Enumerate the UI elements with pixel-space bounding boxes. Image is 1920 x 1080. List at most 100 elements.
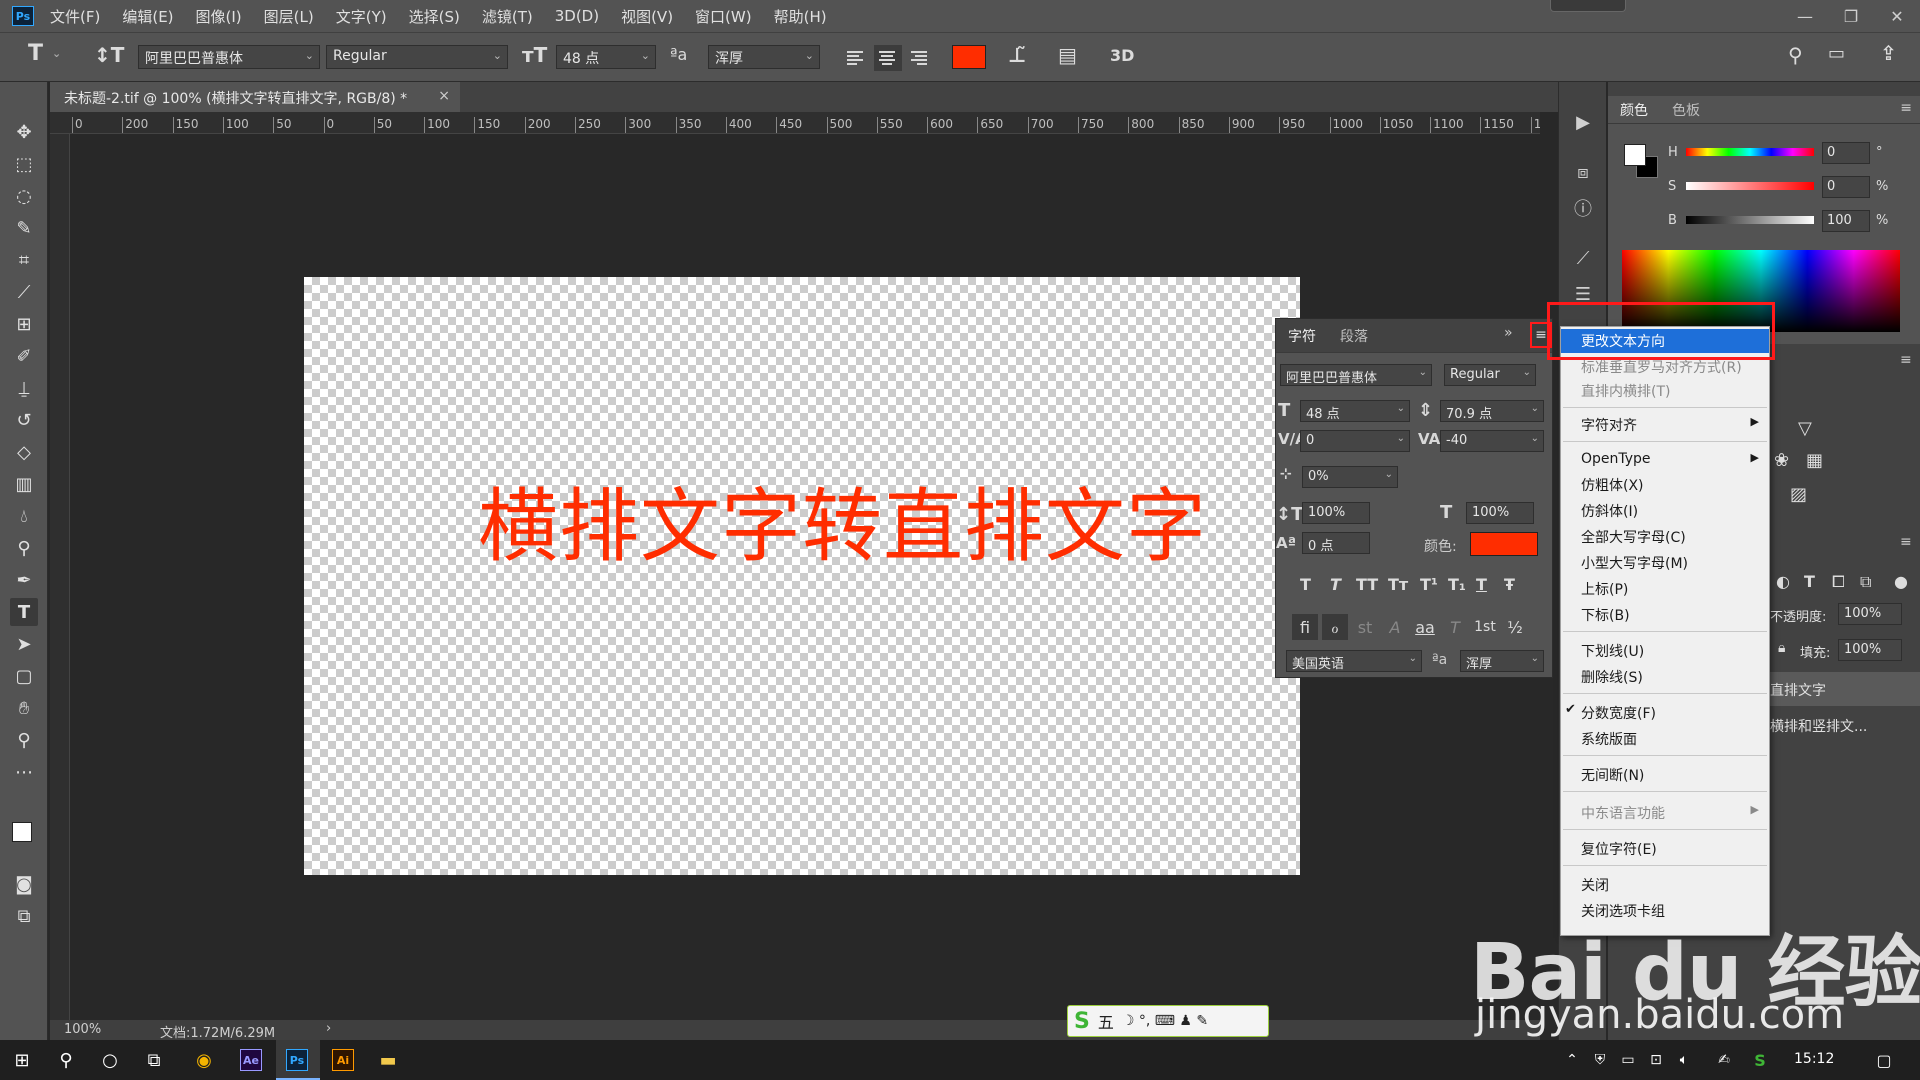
search-icon[interactable]: ⚲ [1788, 43, 1803, 67]
char-color-swatch[interactable] [1470, 532, 1538, 556]
type-tool-icon[interactable]: T [10, 598, 38, 626]
hue-slider[interactable]: H 0 ° [1668, 142, 1918, 164]
fill-input[interactable]: 100% [1838, 639, 1902, 661]
zoom-tool-icon[interactable]: ⚲ [10, 726, 38, 754]
workspace-icon[interactable]: ▭ [1828, 43, 1845, 64]
layer-row-selected[interactable]: 直排文字 [1770, 672, 1920, 706]
screen-mode-icon[interactable]: ⧉ [10, 902, 38, 930]
align-left-button[interactable] [842, 45, 870, 71]
menu-item-strikethrough[interactable]: 删除线(S) [1561, 665, 1769, 689]
file-explorer-icon[interactable]: ▬ [376, 1048, 400, 1072]
menu-item-underline[interactable]: 下划线(U) [1561, 639, 1769, 663]
dodge-tool-icon[interactable]: ⚲ [10, 534, 38, 562]
move-tool-icon[interactable]: ✥ [10, 118, 38, 146]
marquee-tool-icon[interactable]: ⬚ [10, 150, 38, 178]
lock-icon[interactable]: 🔒︎ [1778, 640, 1785, 656]
grid-icon[interactable]: ▦ [1806, 450, 1823, 471]
menu-item-all-caps[interactable]: 全部大写字母(C) [1561, 525, 1769, 549]
zoom-level[interactable]: 100% [64, 1022, 101, 1037]
char-kerning-select[interactable]: 0 ⌄ [1300, 430, 1410, 452]
char-baseline-input[interactable]: 0 点 [1302, 532, 1370, 554]
char-leading-select[interactable]: 70.9 点 ⌄ [1440, 400, 1544, 422]
document-canvas[interactable]: 横排文字转直排文字 [304, 277, 1300, 875]
menu-filter[interactable]: 滤镜(T) [482, 6, 533, 27]
tab-swatches[interactable]: 色板 [1660, 100, 1712, 120]
restore-button[interactable]: ❐ [1828, 0, 1874, 32]
menu-image[interactable]: 图像(I) [196, 6, 242, 27]
type-tool-preset-icon[interactable]: T [28, 41, 43, 66]
mixer-icon[interactable]: ❀ [1774, 450, 1789, 471]
windows-start-icon[interactable]: ⊞ [10, 1048, 34, 1072]
menu-item-tate-chu-yoko[interactable]: 直排内横排(T) [1561, 379, 1769, 403]
char-font-style-select[interactable]: Regular ⌄ [1444, 364, 1536, 386]
after-effects-icon[interactable]: Ae [240, 1049, 262, 1071]
all-caps-button[interactable]: TT [1356, 575, 1378, 594]
volume-icon[interactable]: 🔈︎ [1672, 1048, 1696, 1072]
char-language-select[interactable]: 美国英语 ⌄ [1286, 650, 1422, 672]
menu-layer[interactable]: 图层(L) [264, 6, 314, 27]
blur-tool-icon[interactable]: 💧︎ [10, 502, 38, 530]
char-hscale-input[interactable]: 100% [1466, 502, 1534, 524]
ligature-button[interactable]: fi [1292, 614, 1318, 640]
strikethrough-button[interactable]: Ŧ [1504, 575, 1515, 594]
gradient-tool-icon[interactable]: ▥ [10, 470, 38, 498]
tray-chevron-icon[interactable]: ⌃ [1560, 1048, 1584, 1072]
notification-icon[interactable]: ▢ [1872, 1048, 1896, 1072]
shield-icon[interactable]: ⛨ [1588, 1048, 1612, 1072]
more-tools-icon[interactable]: ⋯ [10, 758, 38, 786]
layer-row[interactable]: 横排和竖排文... [1770, 708, 1920, 742]
menu-item-small-caps[interactable]: 小型大写字母(M) [1561, 551, 1769, 575]
ordinals-button[interactable]: 1st [1472, 614, 1498, 640]
foreground-color-swatch[interactable] [1624, 144, 1646, 166]
antialias-select[interactable]: 浑厚 ⌄ [708, 45, 820, 69]
pen-tool-icon[interactable]: ✒ [10, 566, 38, 594]
menu-view[interactable]: 视图(V) [621, 6, 673, 27]
small-caps-button[interactable]: Tт [1388, 575, 1408, 594]
faux-italic-button[interactable]: T [1330, 575, 1341, 594]
collapse-panel-icon[interactable]: » [1504, 325, 1513, 341]
filter-shape-icon[interactable]: ⧠ [1832, 572, 1845, 592]
brightness-slider[interactable]: B 100 % [1668, 210, 1918, 232]
char-vscale-input[interactable]: 100% [1302, 502, 1370, 524]
info-icon[interactable]: ⓘ [1571, 196, 1595, 220]
menu-item-subscript[interactable]: 下标(B) [1561, 603, 1769, 627]
tab-character[interactable]: 字符 [1276, 326, 1328, 346]
menu-type[interactable]: 文字(Y) [336, 6, 387, 27]
lasso-tool-icon[interactable]: ◌ [10, 182, 38, 210]
superscript-button[interactable]: T¹ [1420, 575, 1438, 594]
illustrator-icon[interactable]: Ai [332, 1049, 354, 1071]
eyedropper-tool-icon[interactable]: ⟋ [10, 278, 38, 306]
character-panel-toggle-icon[interactable]: ▤ [1058, 43, 1077, 67]
faux-bold-button[interactable]: T [1300, 575, 1311, 594]
crop-tool-icon[interactable]: ⌗ [10, 246, 38, 274]
saturation-slider[interactable]: S 0 % [1668, 176, 1918, 198]
tab-paragraph[interactable]: 段落 [1328, 326, 1380, 346]
menu-3d[interactable]: 3D(D) [555, 7, 599, 25]
font-size-select[interactable]: 48 点 ⌄ [556, 45, 656, 69]
patch-tool-icon[interactable]: ⊞ [10, 310, 38, 338]
close-button[interactable]: ✕ [1874, 0, 1920, 32]
play-icon[interactable]: ▶ [1571, 110, 1595, 134]
chrome-icon[interactable]: ◉ [192, 1048, 216, 1072]
menu-item-faux-italic[interactable]: 仿斜体(I) [1561, 499, 1769, 523]
ime-toolbar[interactable]: S 五 ☽ °, ⌨ ♟ ✎ [1067, 1005, 1269, 1037]
stamp-tool-icon[interactable]: ⍊ [10, 374, 38, 402]
panel-menu-icon[interactable]: ≡ [1900, 534, 1912, 550]
network-icon[interactable]: ⊡ [1644, 1048, 1668, 1072]
filter-adjust-icon[interactable]: ◐ [1776, 572, 1790, 591]
cortana-icon[interactable]: ○ [98, 1048, 122, 1072]
swash-button[interactable]: A [1382, 614, 1408, 640]
sogou-tray-icon[interactable]: S [1748, 1048, 1772, 1072]
warp-text-icon[interactable]: ⊥̃ [1008, 43, 1026, 67]
gradient-map-icon[interactable]: ▨ [1790, 484, 1807, 505]
menu-item-no-break[interactable]: 无间断(N) [1561, 763, 1769, 787]
quick-select-tool-icon[interactable]: ✎ [10, 214, 38, 242]
menu-file[interactable]: 文件(F) [50, 6, 100, 27]
align-right-button[interactable] [906, 45, 934, 71]
panel-menu-icon[interactable]: ≡ [1900, 100, 1912, 116]
filter-smart-icon[interactable]: ⧉ [1860, 572, 1871, 592]
brightness-input[interactable]: 100 [1822, 210, 1870, 232]
share-icon[interactable]: ⇪ [1880, 41, 1897, 65]
titling-alternates-button[interactable]: T [1442, 614, 1468, 640]
align-center-button[interactable] [874, 45, 902, 71]
